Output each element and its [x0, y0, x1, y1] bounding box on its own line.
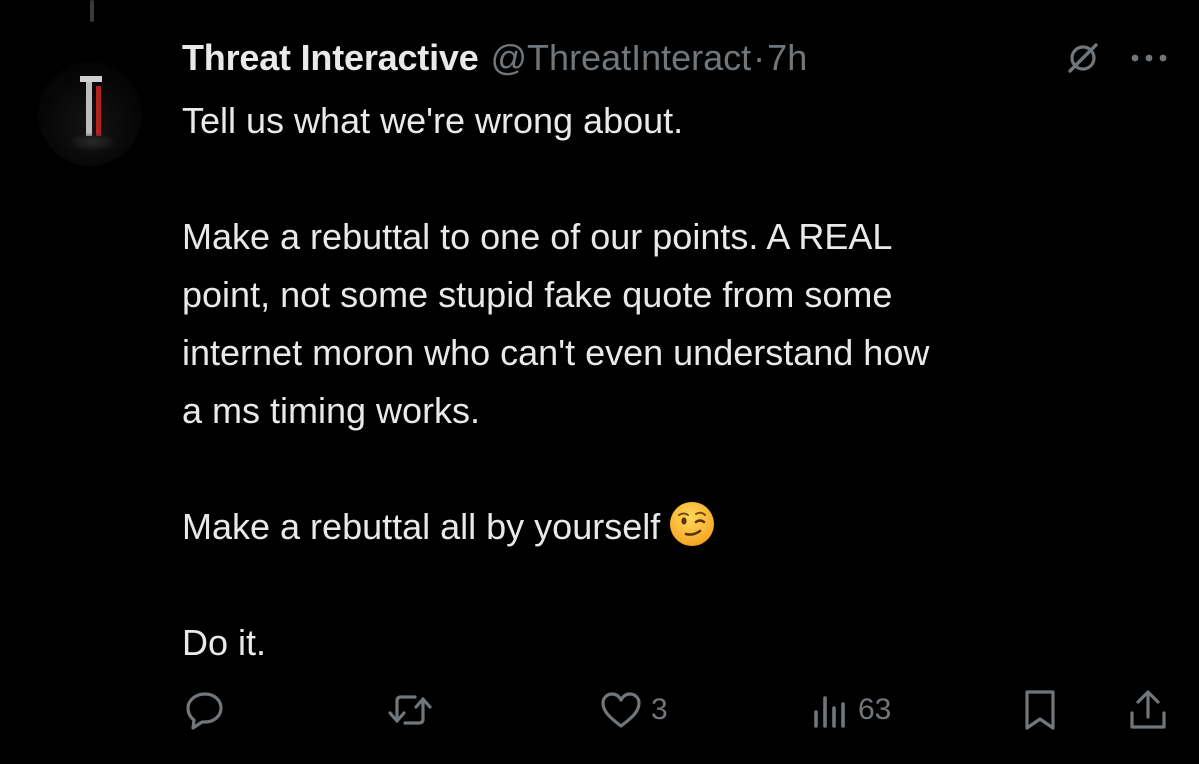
- tweet-actions: 3 63: [182, 686, 1172, 734]
- like-button[interactable]: 3: [599, 686, 668, 734]
- tweet-text: Tell us what we're wrong about. Make a r…: [182, 92, 1162, 672]
- user-handle[interactable]: @ThreatInteract: [491, 37, 752, 79]
- thread-connector-line: [90, 0, 94, 22]
- tweet-line: Make a rebuttal to one of our points. A …: [182, 216, 893, 257]
- share-button[interactable]: [1126, 686, 1170, 734]
- tweet-line: Do it.: [182, 622, 267, 663]
- timestamp[interactable]: 7h: [767, 37, 807, 79]
- tweet-line: point, not some stupid fake quote from s…: [182, 274, 893, 315]
- like-count: 3: [651, 693, 668, 726]
- tweet-line: Tell us what we're wrong about.: [182, 100, 684, 141]
- views-icon: [810, 690, 850, 730]
- view-count: 63: [858, 693, 892, 726]
- tweet-line: internet moron who can't even understand…: [182, 332, 930, 373]
- separator-dot: ·: [753, 37, 766, 78]
- tweet-line-with-emoji: Make a rebuttal all by yourself: [182, 498, 1162, 556]
- bookmark-icon: [1020, 687, 1060, 733]
- like-icon: [599, 688, 643, 732]
- tweet-header: Threat Interactive @ThreatInteract · 7h: [182, 36, 1169, 80]
- reply-button[interactable]: [182, 686, 228, 734]
- grok-icon[interactable]: [1061, 36, 1105, 80]
- winking-face-emoji: [668, 500, 716, 548]
- retweet-icon: [385, 687, 435, 733]
- share-icon: [1126, 687, 1170, 733]
- avatar[interactable]: [38, 62, 142, 166]
- avatar-logo: [80, 76, 102, 138]
- reply-icon: [182, 687, 228, 733]
- retweet-button[interactable]: [385, 686, 435, 734]
- views-button[interactable]: 63: [810, 686, 891, 734]
- bookmark-button[interactable]: [1020, 686, 1060, 734]
- tweet-line: a ms timing works.: [182, 390, 481, 431]
- more-icon[interactable]: [1129, 52, 1169, 64]
- display-name[interactable]: Threat Interactive: [182, 37, 479, 79]
- tweet-line: Make a rebuttal all by yourself: [182, 506, 661, 547]
